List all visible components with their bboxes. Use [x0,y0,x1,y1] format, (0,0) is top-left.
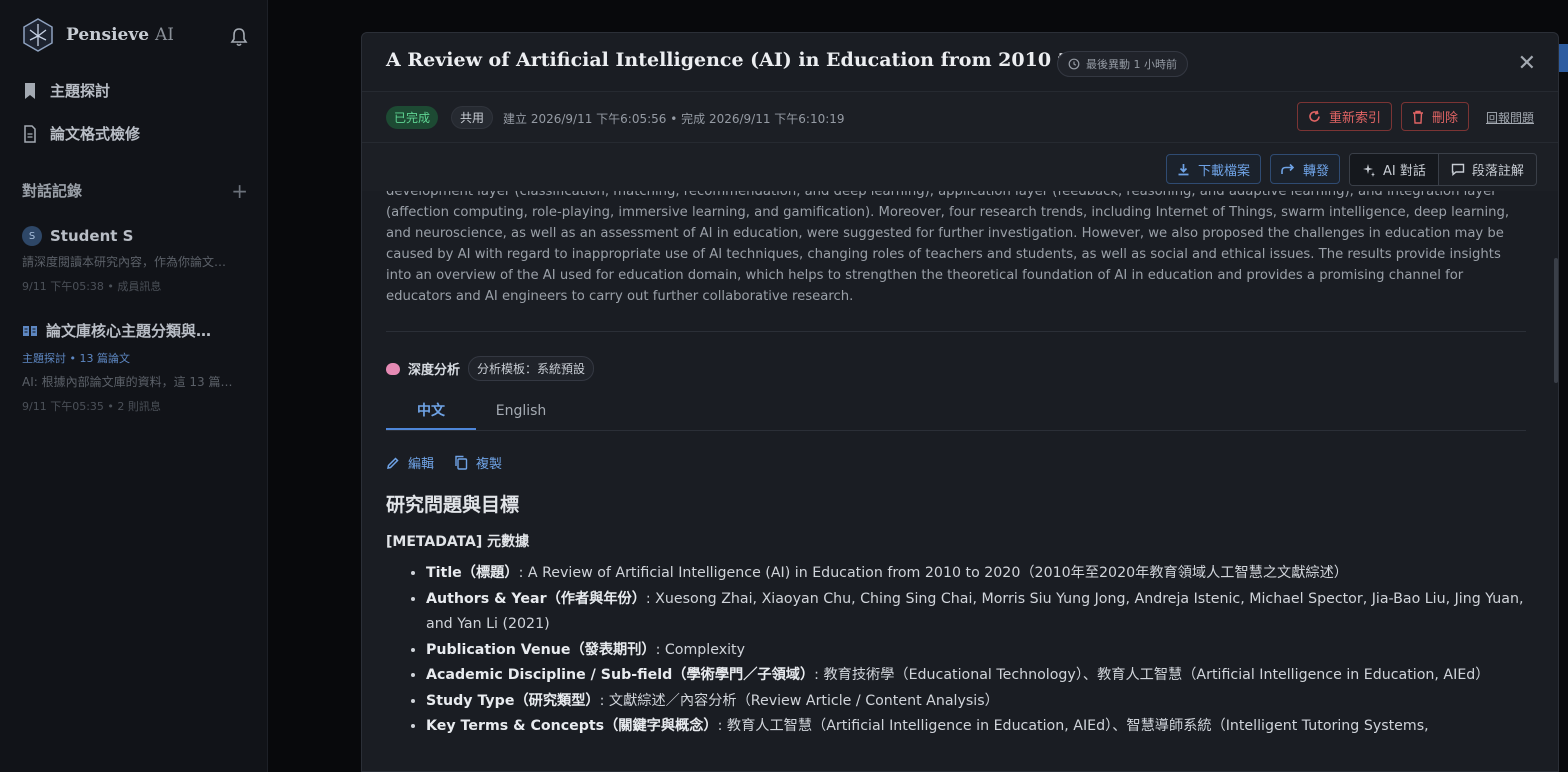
history-header: 對話記錄 + [22,180,248,201]
reindex-button[interactable]: 重新索引 [1297,102,1393,131]
forward-label: 轉發 [1303,163,1330,179]
list-item: Publication Venue（發表期刊）: Complexity [426,638,1526,664]
nav-topic-discussion[interactable]: 主題探討 [22,80,110,101]
analysis-label: 深度分析 [408,363,461,378]
add-conversation-icon[interactable]: + [231,181,248,201]
modal-header: A Review of Artificial Intelligence (AI)… [362,33,1558,91]
conversation-item[interactable]: 論文庫核心主題分類與… 主題探討 • 13 篇論文 AI: 根據內部論文庫的資料… [22,320,248,414]
item-key: Key Terms & Concepts（關鍵字與概念） [426,718,718,734]
conversation-tag: 主題探討 • 13 篇論文 [22,352,130,365]
scrollbar[interactable] [1554,258,1558,383]
app-root: Pensieve AI 主題探討 論文格式檢修 對話記錄 + S Student… [0,0,1568,772]
conversation-item[interactable]: S Student S 請深度閱讀本研究內容，作為你論文… 9/11 下午05:… [22,226,248,294]
bookmark-icon [25,82,35,99]
delete-label: 刪除 [1432,111,1459,126]
history-title: 對話記錄 [22,182,83,200]
download-button[interactable]: 下載檔案 [1166,154,1262,184]
book-icon [23,325,37,336]
copy-button[interactable]: 複製 [454,453,502,472]
ai-chat-label: AI 對話 [1383,164,1426,179]
copy-label: 複製 [476,457,503,472]
list-item: Academic Discipline / Sub-field（學術學門／子領域… [426,663,1526,689]
action-bar: 下載檔案 轉發 AI 對話 段落註解 [362,143,1558,191]
status-badge: 已完成 [386,106,439,129]
item-key: Academic Discipline / Sub-field（學術學門／子領域… [426,667,815,683]
download-icon [1178,163,1189,175]
analysis-header: 深度分析 分析模板：系統預設 [386,356,1526,381]
annotate-tab[interactable]: 段落註解 [1439,154,1536,185]
metadata-list: Title（標題）: A Review of Artificial Intell… [426,561,1526,740]
brand[interactable]: Pensieve AI [22,18,174,52]
list-item: Study Type（研究類型）: 文獻綜述／內容分析（Review Artic… [426,689,1526,715]
list-item: Authors & Year（作者與年份）: Xuesong Zhai, Xia… [426,587,1526,638]
updated-text: 最後異動 1 小時前 [1086,58,1177,71]
modal-content: development layer (classification, match… [386,191,1526,771]
edit-button[interactable]: 編輯 [386,453,434,472]
modal-title: A Review of Artificial Intelligence (AI)… [386,49,1139,71]
pensieve-logo-icon [23,18,53,52]
list-item: Title（標題）: A Review of Artificial Intell… [426,561,1526,587]
nav-label: 論文格式檢修 [50,125,141,143]
item-key: Authors & Year（作者與年份） [426,590,646,607]
sparkle-icon [1363,163,1375,177]
tab-english[interactable]: English [476,391,566,430]
brand-name: Pensieve AI [66,25,174,45]
language-tabs: 中文 English [386,391,1526,431]
conversation-meta: 9/11 下午05:38 • 成員訊息 [22,280,162,293]
item-value: : 教育技術學（Educational Technology）、教育人工智慧（A… [814,667,1490,683]
conversation-title-text: 論文庫核心主題分類與… [46,322,212,340]
close-icon[interactable]: ✕ [1518,53,1536,75]
annotate-label: 段落註解 [1471,164,1524,179]
pencil-icon [387,456,399,469]
conversation-title: S Student S [22,226,248,246]
item-value: : 教育人工智慧（Artificial Intelligence in Educ… [717,718,1429,734]
ai-chat-tab[interactable]: AI 對話 [1350,154,1439,185]
delete-button[interactable]: 刪除 [1401,102,1470,131]
avatar: S [22,226,42,246]
nav-label: 主題探討 [50,82,111,100]
content-tools: 編輯 複製 [386,453,1526,472]
sidebar: Pensieve AI 主題探討 論文格式檢修 對話記錄 + S Student… [0,0,268,772]
conversation-meta: 9/11 下午05:35 • 2 則訊息 [22,400,161,413]
forward-button[interactable]: 轉發 [1270,154,1341,184]
share-badge: 共用 [451,106,494,129]
subsection-heading: [METADATA] 元數據 [386,534,530,550]
item-key: Title（標題） [426,565,519,581]
copy-icon [455,455,468,470]
item-value: : Complexity [655,641,745,658]
download-label: 下載檔案 [1198,163,1251,179]
conversation-title-text: Student S [50,227,134,245]
report-issue-link[interactable]: 回報問題 [1486,109,1534,126]
document-icon [24,124,36,143]
list-item: Key Terms & Concepts（關鍵字與概念）: 教育人工智慧（Art… [426,714,1526,740]
item-value: : 文獻綜述／內容分析（Review Article / Content Ana… [599,692,999,709]
conversation-snippet: AI: 根據內部論文庫的資料，這 13 篇… [22,375,233,389]
conversation-snippet: 請深度閱讀本研究內容，作為你論文… [22,255,227,269]
background-element [1559,44,1568,72]
edit-label: 編輯 [408,457,435,472]
reindex-label: 重新索引 [1329,111,1382,126]
paper-detail-modal: A Review of Artificial Intelligence (AI)… [361,32,1559,772]
forward-icon [1281,163,1295,174]
refresh-icon [1309,110,1320,122]
conversation-title: 論文庫核心主題分類與… [22,320,248,341]
brain-icon [386,362,400,375]
history-icon [1068,58,1080,70]
divider [386,331,1526,332]
item-key: Publication Venue（發表期刊） [426,641,656,658]
timestamps: 建立 2026/9/11 下午6:05:56 • 完成 2026/9/11 下午… [503,112,845,126]
abstract-text: development layer (classification, match… [386,191,1510,304]
trash-icon [1413,110,1423,124]
meta-bar: 已完成 共用 建立 2026/9/11 下午6:05:56 • 完成 2026/… [362,91,1558,143]
nav-format-check[interactable]: 論文格式檢修 [22,123,140,144]
template-selector[interactable]: 分析模板：系統預設 [468,356,595,381]
section-heading: 研究問題與目標 [386,494,520,516]
item-value: : A Review of Artificial Intelligence (A… [518,565,1348,581]
updated-chip: 最後異動 1 小時前 [1057,51,1188,77]
item-key: Study Type（研究類型） [426,692,600,709]
bell-icon[interactable] [230,27,248,47]
tab-chinese[interactable]: 中文 [386,391,476,430]
comment-icon [1451,163,1465,176]
view-toggle: AI 對話 段落註解 [1349,153,1537,186]
